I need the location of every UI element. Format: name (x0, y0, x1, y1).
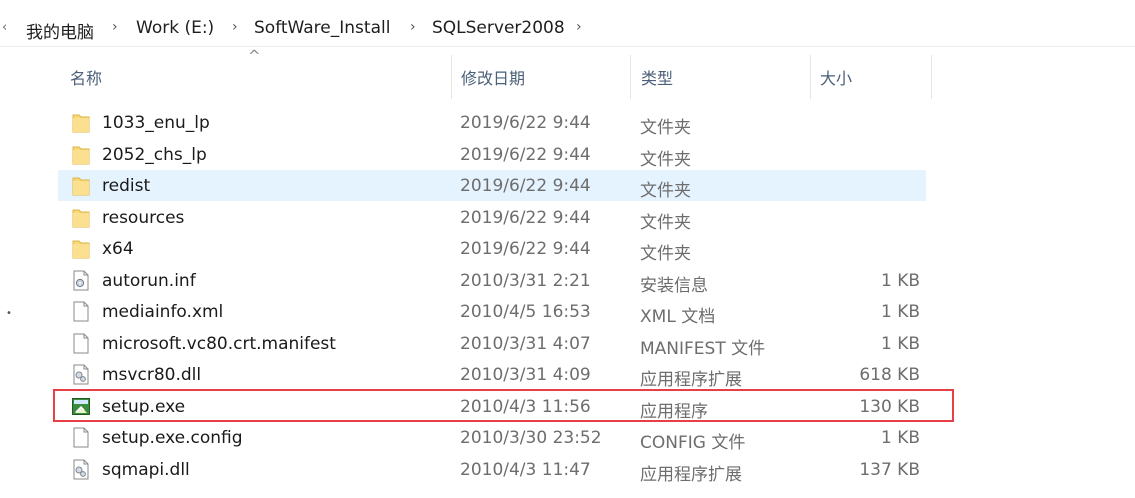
left-edge-mark: • (6, 308, 12, 319)
file-icon (72, 301, 90, 322)
file-row[interactable]: 2052_chs_lp 2019/6/22 9:44 文件夹 (58, 139, 926, 170)
file-row[interactable]: setup.exe 2010/4/3 11:56 应用程序 130 KB (58, 391, 926, 422)
column-divider[interactable] (810, 55, 811, 99)
file-type: 应用程序扩展 (640, 464, 742, 485)
file-modified-date: 2010/4/3 11:47 (460, 459, 591, 480)
file-size: 618 KB (859, 365, 920, 385)
folder-icon (72, 144, 90, 165)
column-header-row: ^ 名称 修改日期 类型 大小 (50, 47, 950, 101)
column-header-modified[interactable]: 修改日期 (461, 65, 525, 89)
sort-ascending-icon: ^ (248, 47, 261, 65)
file-modified-date: 2010/3/31 4:09 (460, 365, 591, 385)
file-type: 文件夹 (640, 181, 691, 201)
file-type: 文件夹 (640, 244, 691, 264)
folder-icon (72, 207, 90, 228)
file-row[interactable]: autorun.inf 2010/3/31 2:21 安装信息 1 KB (58, 265, 926, 296)
file-modified-date: 2010/4/5 16:53 (460, 302, 591, 322)
file-type: CONFIG 文件 (640, 433, 746, 453)
file-type: 文件夹 (640, 118, 691, 138)
chevron-right-icon[interactable]: › (576, 19, 582, 35)
file-name: autorun.inf (102, 270, 196, 291)
file-modified-date: 2019/6/22 9:44 (460, 144, 591, 165)
file-size: 1 KB (880, 302, 920, 322)
file-explorer-window: ‹ 我的电脑 › Work (E:) › SoftWare_Install › … (0, 0, 1135, 498)
column-header-name[interactable]: 名称 (70, 65, 102, 89)
breadcrumb-software-install[interactable]: SoftWare_Install (254, 18, 390, 38)
file-size: 137 KB (859, 459, 920, 480)
file-row[interactable]: setup.exe.config 2010/3/30 23:52 CONFIG 文件… (58, 422, 926, 453)
file-name: microsoft.vc80.crt.manifest (102, 333, 336, 354)
file-row[interactable]: sqmapi.dll 2010/4/3 11:47 应用程序扩展 137 KB (58, 454, 926, 485)
file-type: 安装信息 (640, 275, 708, 296)
column-header-size[interactable]: 大小 (820, 65, 852, 89)
file-name: x64 (102, 239, 134, 259)
file-type: MANIFEST 文件 (640, 338, 766, 359)
file-name: mediainfo.xml (102, 302, 224, 322)
file-modified-date: 2010/3/31 2:21 (460, 270, 591, 291)
file-type: 应用程序 (640, 401, 708, 422)
file-name: setup.exe.config (102, 428, 243, 448)
folder-icon (72, 112, 90, 133)
chevron-right-icon[interactable]: › (112, 19, 118, 35)
file-type: 文件夹 (640, 212, 691, 233)
file-icon (72, 333, 90, 354)
address-bar-edge-icon: ‹ (2, 20, 8, 35)
chevron-right-icon[interactable]: › (410, 19, 416, 35)
file-modified-date: 2019/6/22 9:44 (460, 239, 591, 259)
file-row[interactable]: microsoft.vc80.crt.manifest 2010/3/31 4:0… (58, 328, 926, 359)
file-size: 130 KB (859, 396, 920, 417)
file-modified-date: 2010/4/3 11:56 (460, 396, 591, 417)
exe-file-icon (72, 396, 90, 417)
file-modified-date: 2019/6/22 9:44 (460, 207, 591, 228)
file-modified-date: 2019/6/22 9:44 (460, 113, 591, 133)
column-divider[interactable] (931, 55, 932, 99)
dll-file-icon (72, 364, 90, 385)
breadcrumb-my-computer[interactable]: 我的电脑 (26, 18, 94, 43)
column-divider[interactable] (630, 55, 631, 99)
settings-file-icon (72, 270, 90, 291)
file-modified-date: 2010/3/30 23:52 (460, 428, 602, 448)
file-row[interactable]: redist 2019/6/22 9:44 文件夹 (58, 170, 926, 201)
file-row[interactable]: 1033_enu_lp 2019/6/22 9:44 文件夹 (58, 107, 926, 138)
file-modified-date: 2010/3/31 4:07 (460, 333, 591, 354)
file-name: sqmapi.dll (102, 459, 190, 480)
column-header-type[interactable]: 类型 (641, 65, 673, 89)
file-size: 1 KB (880, 333, 920, 354)
breadcrumb-sqlserver2008[interactable]: SQLServer2008 (432, 18, 565, 38)
file-type: XML 文档 (640, 307, 716, 327)
breadcrumb-work-drive[interactable]: Work (E:) (136, 18, 214, 38)
folder-icon (72, 175, 90, 196)
file-row[interactable]: mediainfo.xml 2010/4/5 16:53 XML 文档 1 KB (58, 296, 926, 327)
dll-file-icon (72, 459, 90, 480)
file-name: msvcr80.dll (102, 365, 202, 385)
file-modified-date: 2019/6/22 9:44 (460, 176, 591, 196)
column-divider[interactable] (451, 55, 452, 99)
folder-icon (72, 238, 90, 259)
file-name: redist (102, 176, 151, 196)
file-row[interactable]: msvcr80.dll 2010/3/31 4:09 应用程序扩展 618 KB (58, 359, 926, 390)
file-name: 2052_chs_lp (102, 144, 207, 165)
address-bar[interactable]: ‹ 我的电脑 › Work (E:) › SoftWare_Install › … (0, 10, 1135, 47)
file-type: 文件夹 (640, 149, 691, 170)
file-name: resources (102, 207, 185, 228)
file-row[interactable]: x64 2019/6/22 9:44 文件夹 (58, 233, 926, 264)
file-row[interactable]: resources 2019/6/22 9:44 文件夹 (58, 202, 926, 233)
file-icon (72, 427, 90, 448)
file-size: 1 KB (880, 428, 920, 448)
file-type: 应用程序扩展 (640, 370, 742, 390)
file-name: 1033_enu_lp (102, 113, 210, 133)
file-size: 1 KB (880, 270, 920, 291)
file-name: setup.exe (102, 396, 186, 417)
chevron-right-icon[interactable]: › (232, 19, 238, 35)
